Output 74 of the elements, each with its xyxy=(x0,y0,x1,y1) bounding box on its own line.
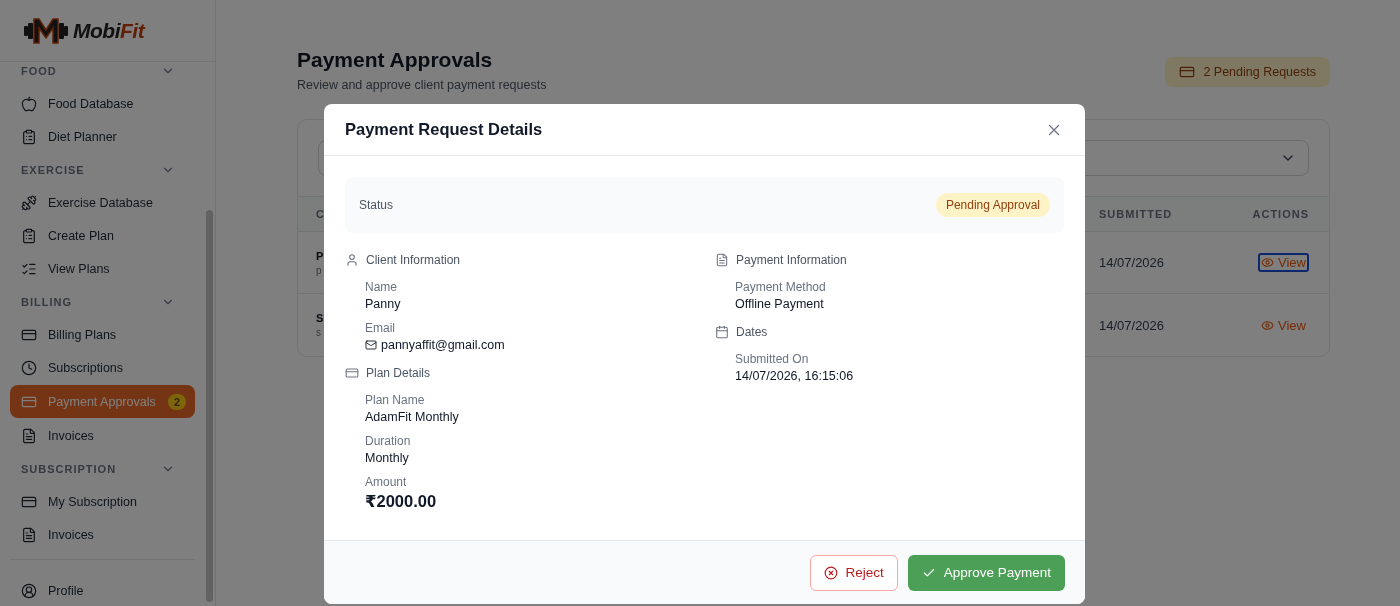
table-cell: S xyxy=(316,312,324,324)
sidebar-item[interactable]: Billing Plans xyxy=(10,318,195,351)
sidebar-item[interactable]: View Plans xyxy=(10,252,195,285)
sidebar-item[interactable]: Profile xyxy=(10,574,195,606)
section-heading: Plan Details xyxy=(366,366,431,380)
field-label: Duration xyxy=(365,434,412,448)
apple-icon xyxy=(21,95,37,112)
field-value: Monthly xyxy=(365,451,409,465)
table-cell: P xyxy=(316,249,324,262)
user-circle-icon xyxy=(21,582,37,599)
column-header: SUBMITTED xyxy=(1099,208,1173,220)
page-title: Payment Approvals xyxy=(297,48,494,72)
sidebar-item[interactable]: My Subscription xyxy=(10,485,195,518)
field-value: 14/07/2026, 16:15:06 xyxy=(735,369,854,383)
person-icon xyxy=(345,253,359,267)
credit-card-icon xyxy=(345,366,359,380)
mail-icon xyxy=(365,339,377,351)
count-badge: 2 xyxy=(167,393,186,410)
field-label: Name xyxy=(365,280,398,294)
table-cell-text: 14/07/2026 xyxy=(1099,317,1166,333)
section-label: SUBSCRIPTION xyxy=(21,462,117,475)
section-heading: Payment Information xyxy=(736,253,847,267)
sidebar-item[interactable]: Subscriptions xyxy=(10,351,195,384)
logo-text: MobiFit xyxy=(73,18,145,43)
field-value: AdamFit Monthly xyxy=(365,410,459,424)
table-cell-text: 14/07/2026 xyxy=(1099,255,1166,270)
field-value: Panny xyxy=(365,297,401,311)
field-label: Email xyxy=(365,321,396,335)
table-cell: p xyxy=(316,264,322,276)
field-label: Submitted On xyxy=(735,352,810,366)
section-heading: Client Information xyxy=(366,253,461,267)
sidebar-item[interactable]: Invoices xyxy=(10,518,195,551)
view-button[interactable]: View xyxy=(1258,315,1309,335)
page-subtitle: Review and approve client payment requests xyxy=(297,78,547,92)
eye-icon xyxy=(1261,256,1275,269)
field-label: Plan Name xyxy=(365,393,426,407)
clock-icon xyxy=(21,359,37,376)
modal-title: Payment Request Details xyxy=(345,120,543,139)
column-header: ACTIONS xyxy=(1252,208,1309,220)
document-icon xyxy=(21,526,37,543)
clipboard-icon xyxy=(21,227,37,244)
sidebar-item[interactable]: Create Plan xyxy=(10,219,195,252)
document-icon xyxy=(715,253,729,267)
x-circle-icon xyxy=(824,565,839,580)
section-label: EXERCISE xyxy=(21,163,85,176)
sidebar-item[interactable]: Diet Planner xyxy=(10,120,195,153)
section-label: BILLING xyxy=(21,295,72,308)
eye-icon xyxy=(1261,318,1275,332)
calendar-icon xyxy=(715,325,729,339)
table-cell: s xyxy=(316,327,321,338)
field-label: Payment Method xyxy=(735,280,827,294)
approve-button[interactable]: Approve Payment xyxy=(907,554,1065,591)
dumbbell-icon xyxy=(21,194,37,211)
status-label: Status xyxy=(359,198,394,212)
sidebar-item[interactable]: Exercise Database xyxy=(10,186,195,219)
sidebar-item[interactable]: Invoices xyxy=(10,419,195,452)
field-label: Amount xyxy=(365,475,408,489)
sidebar-item[interactable]: Food Database xyxy=(10,87,195,120)
document-icon xyxy=(21,427,37,444)
pending-requests-badge: 2 Pending Requests xyxy=(1165,57,1330,87)
reject-button[interactable]: Reject xyxy=(810,554,898,591)
credit-card-icon xyxy=(1179,64,1196,80)
clipboard-icon xyxy=(21,128,37,145)
column-header: C xyxy=(316,208,325,220)
section-heading: Dates xyxy=(736,325,768,339)
logo-icon xyxy=(22,15,70,46)
status-badge: Pending Approval xyxy=(935,193,1050,217)
section-label: FOOD xyxy=(21,64,57,77)
email-value: pannyaffit@gmail.com xyxy=(381,338,505,352)
view-button[interactable]: View xyxy=(1258,253,1309,272)
field-value: Offline Payment xyxy=(735,297,824,311)
amount-value: ₹2000.00 xyxy=(365,492,437,511)
sidebar-item[interactable]: Payment Approvals 2 xyxy=(10,385,195,418)
scrollbar-thumb[interactable] xyxy=(206,210,213,602)
